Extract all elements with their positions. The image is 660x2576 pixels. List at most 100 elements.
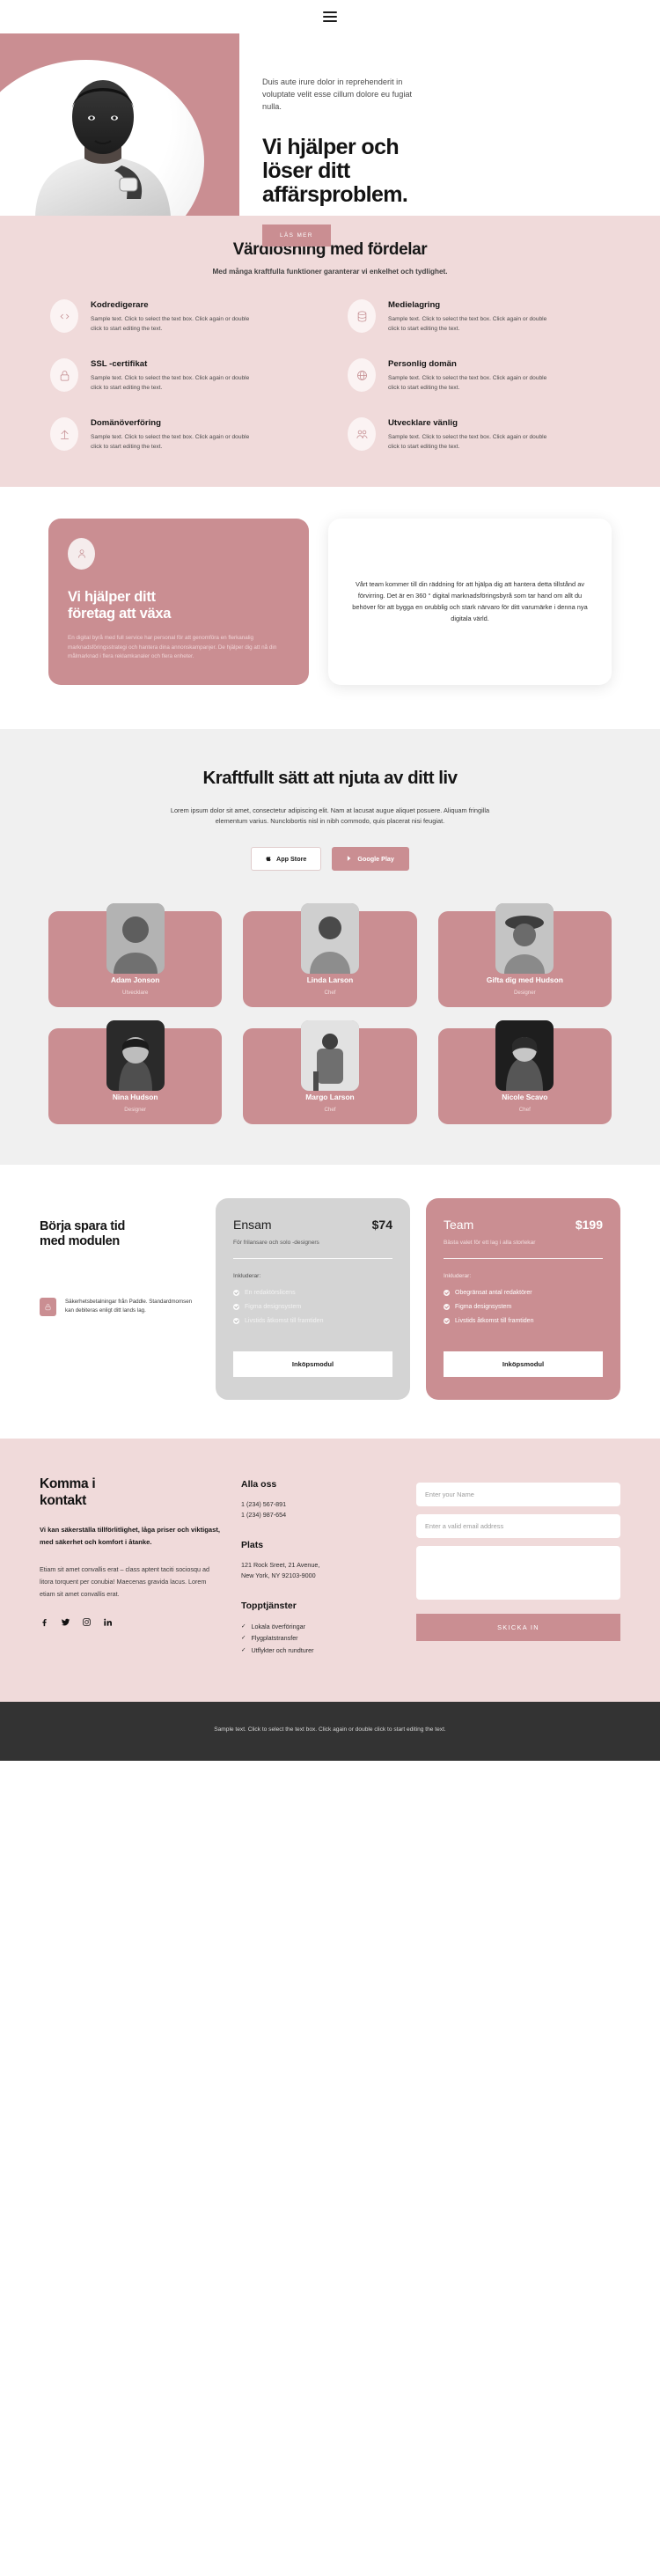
plan-divider xyxy=(233,1257,392,1259)
plan-feature-label: Livstids åtkomst till framtiden xyxy=(455,1317,534,1324)
plan-feature-label: Figma designsystem xyxy=(455,1303,512,1310)
team-member-photo xyxy=(106,902,165,974)
feature-text: Sample text. Click to select the text bo… xyxy=(91,434,250,450)
app-store-button[interactable]: App Store xyxy=(251,846,322,871)
team-member-card[interactable]: Nina Hudson Designer xyxy=(48,1019,223,1124)
feature-title: Kodredigerare xyxy=(91,300,149,310)
check-icon xyxy=(444,1317,450,1324)
hero-kicker-text: Duis aute irure dolor in reprehenderit i… xyxy=(262,77,413,111)
pricing-intro: Börja spara tid med modulen Säkerhetsbet… xyxy=(40,1198,200,1400)
google-play-label: Google Play xyxy=(357,854,394,863)
hero-section: Duis aute irure dolor in reprehenderit i… xyxy=(0,33,660,247)
plan-feature-label: Livstids åtkomst till framtiden xyxy=(245,1317,324,1324)
address: 121 Rock Sreet, 21 Avenue, New York, NY … xyxy=(241,1560,395,1582)
plan-price: $199 xyxy=(575,1217,603,1232)
team-member-name: Margo Larson xyxy=(305,1092,355,1101)
team-member-name: Linda Larson xyxy=(306,975,354,984)
plan-name: Ensam xyxy=(233,1217,272,1232)
contact-body-text: Etiam sit amet convallis erat – class ap… xyxy=(40,1564,209,1598)
hero-read-more-button[interactable]: LÄS MER xyxy=(262,224,331,247)
hero-copy: Duis aute irure dolor in reprehenderit i… xyxy=(262,33,641,247)
team-member-card[interactable]: Gifta dig med Hudson Designer xyxy=(437,902,612,1007)
service-label: Flygplatstransfer xyxy=(251,1634,298,1643)
app-promo-section: Kraftfullt sätt att njuta av ditt liv Lo… xyxy=(0,728,660,906)
team-member-role: Chef xyxy=(324,1106,336,1113)
feature-title: Domänöverföring xyxy=(91,418,161,428)
database-icon xyxy=(348,299,376,333)
place-heading: Plats xyxy=(241,1539,264,1550)
hamburger-menu-icon[interactable] xyxy=(323,9,337,25)
phone-numbers: 1 (234) 567-891 1 (234) 987-654 xyxy=(241,1499,395,1521)
pricing-heading-line-2: med modulen xyxy=(40,1234,120,1248)
hero-title-line-3: affärsproblem. xyxy=(262,182,408,207)
plan-feature: Figma designsystem xyxy=(233,1303,392,1310)
check-icon xyxy=(444,1303,450,1310)
team-member-role: Chef xyxy=(324,989,336,996)
pricing-heading: Börja spara tid med modulen xyxy=(40,1219,200,1250)
team-member-name: Nicole Scavo xyxy=(502,1092,548,1101)
instagram-icon[interactable] xyxy=(82,1617,92,1627)
lock-icon xyxy=(50,358,78,392)
feature-title: Personlig domän xyxy=(388,359,457,369)
plan-feature: En redaktörslicens xyxy=(233,1289,392,1296)
call-heading: Alla oss xyxy=(241,1478,277,1490)
help-section: Vi hjälper ditt företag att växa En digi… xyxy=(0,487,660,729)
message-textarea[interactable] xyxy=(416,1545,620,1600)
team-member-card[interactable]: Nicole Scavo Chef xyxy=(437,1019,612,1124)
team-member-role: Designer xyxy=(124,1106,147,1113)
features-grid: Kodredigerare Sample text. Click to sele… xyxy=(50,299,610,452)
help-quote-card: Vårt team kommer till din räddning för a… xyxy=(328,519,612,685)
email-input[interactable] xyxy=(416,1513,620,1538)
service-item[interactable]: ✓ Utflykter och rundturer xyxy=(241,1645,395,1657)
plan-purchase-button[interactable]: Inköpsmodul xyxy=(444,1351,603,1377)
team-member-photo xyxy=(106,1019,165,1091)
help-card-title: Vi hjälper ditt företag att växa xyxy=(68,589,290,622)
help-card-title-line-2: företag att växa xyxy=(68,606,172,622)
team-member-photo xyxy=(300,1019,359,1091)
hero-title: Vi hjälper och löser ditt affärsproblem. xyxy=(262,136,641,207)
contact-form-column: SKICKA IN xyxy=(416,1476,620,1657)
check-icon xyxy=(233,1303,239,1310)
hero-image-panel xyxy=(0,33,239,216)
phone-primary[interactable]: 1 (234) 567-891 xyxy=(241,1499,395,1511)
plan-feature: Livstids åtkomst till framtiden xyxy=(444,1317,603,1324)
plan-feature-label: Figma designsystem xyxy=(245,1303,302,1310)
globe-icon xyxy=(348,358,376,392)
apple-icon xyxy=(266,857,271,862)
hero-title-line-1: Vi hjälper och xyxy=(262,135,400,159)
team-member-card[interactable]: Margo Larson Chef xyxy=(243,1019,417,1124)
app-promo-paragraph: Lorem ipsum dolor sit amet, consectetur … xyxy=(170,806,490,826)
social-links xyxy=(40,1617,220,1627)
landing-page: Duis aute irure dolor in reprehenderit i… xyxy=(0,0,660,1762)
feature-item: Medielagring Sample text. Click to selec… xyxy=(348,299,610,334)
code-icon xyxy=(50,299,78,333)
service-item[interactable]: ✓ Lokala överföringar xyxy=(241,1621,395,1633)
features-section: Värdlösning med fördelar Med många kraft… xyxy=(0,216,660,487)
plan-purchase-button[interactable]: Inköpsmodul xyxy=(233,1351,392,1377)
team-member-name: Gifta dig med Hudson xyxy=(486,975,563,984)
address-line-1: 121 Rock Sreet, 21 Avenue, xyxy=(241,1560,320,1569)
team-member-role: Chef xyxy=(518,1106,531,1113)
person-icon xyxy=(68,538,95,570)
feature-item: Kodredigerare Sample text. Click to sele… xyxy=(50,299,312,334)
service-item[interactable]: ✓ Flygplatstransfer xyxy=(241,1632,395,1645)
facebook-icon[interactable] xyxy=(40,1617,49,1627)
phone-secondary[interactable]: 1 (234) 987-654 xyxy=(241,1510,395,1521)
check-icon: ✓ xyxy=(241,1635,246,1642)
pricing-plan-card-solo: Ensam $74 För frilansare och solo -desig… xyxy=(216,1197,410,1400)
team-member-card[interactable]: Adam Jonson Utvecklare xyxy=(48,902,223,1007)
feature-text: Sample text. Click to select the text bo… xyxy=(388,316,547,332)
team-member-name: Adam Jonson xyxy=(110,975,160,984)
submit-button[interactable]: SKICKA IN xyxy=(416,1613,620,1641)
team-member-card[interactable]: Linda Larson Chef xyxy=(243,902,417,1007)
secure-payment-text: Säkerhetsbetalningar från Paddle. Standa… xyxy=(65,1298,193,1314)
feature-item: Domänöverföring Sample text. Click to se… xyxy=(50,417,312,452)
linkedin-icon[interactable] xyxy=(103,1617,113,1627)
address-line-2: New York, NY 92103-9000 xyxy=(241,1571,316,1580)
contact-title-line-1: Komma i xyxy=(40,1476,96,1491)
google-play-button[interactable]: Google Play xyxy=(332,846,409,871)
check-icon: ✓ xyxy=(241,1646,246,1653)
upload-icon xyxy=(50,417,78,451)
name-input[interactable] xyxy=(416,1482,620,1506)
twitter-icon[interactable] xyxy=(61,1617,70,1627)
